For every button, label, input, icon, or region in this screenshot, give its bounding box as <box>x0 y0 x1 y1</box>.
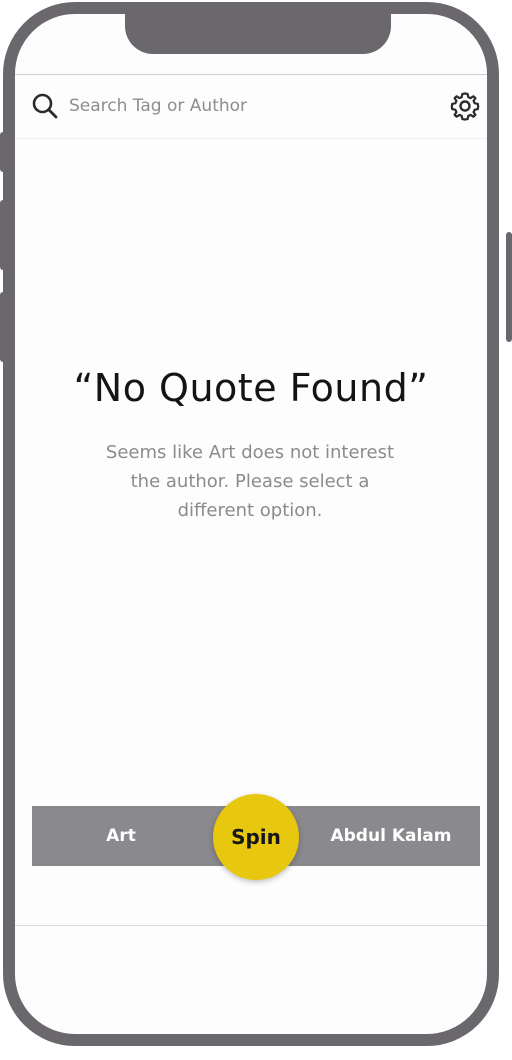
phone-frame: “No Quote Found” Seems like Art does not… <box>3 2 499 1046</box>
search-bar <box>15 76 487 139</box>
spin-button[interactable]: Spin <box>213 794 299 880</box>
phone-notch <box>125 14 391 54</box>
status-bar-divider <box>15 74 487 75</box>
spinner-author-option[interactable]: Abdul Kalam <box>322 806 460 866</box>
spinner-tag-option[interactable]: Art <box>32 806 210 866</box>
search-input[interactable] <box>69 90 429 122</box>
power-button <box>506 232 512 342</box>
no-quote-message: Seems like Art does not interest the aut… <box>105 442 395 521</box>
gear-icon[interactable] <box>449 90 481 122</box>
search-icon[interactable] <box>31 92 59 120</box>
bottom-divider <box>15 925 487 926</box>
no-quote-title: “No Quote Found” <box>73 366 429 410</box>
